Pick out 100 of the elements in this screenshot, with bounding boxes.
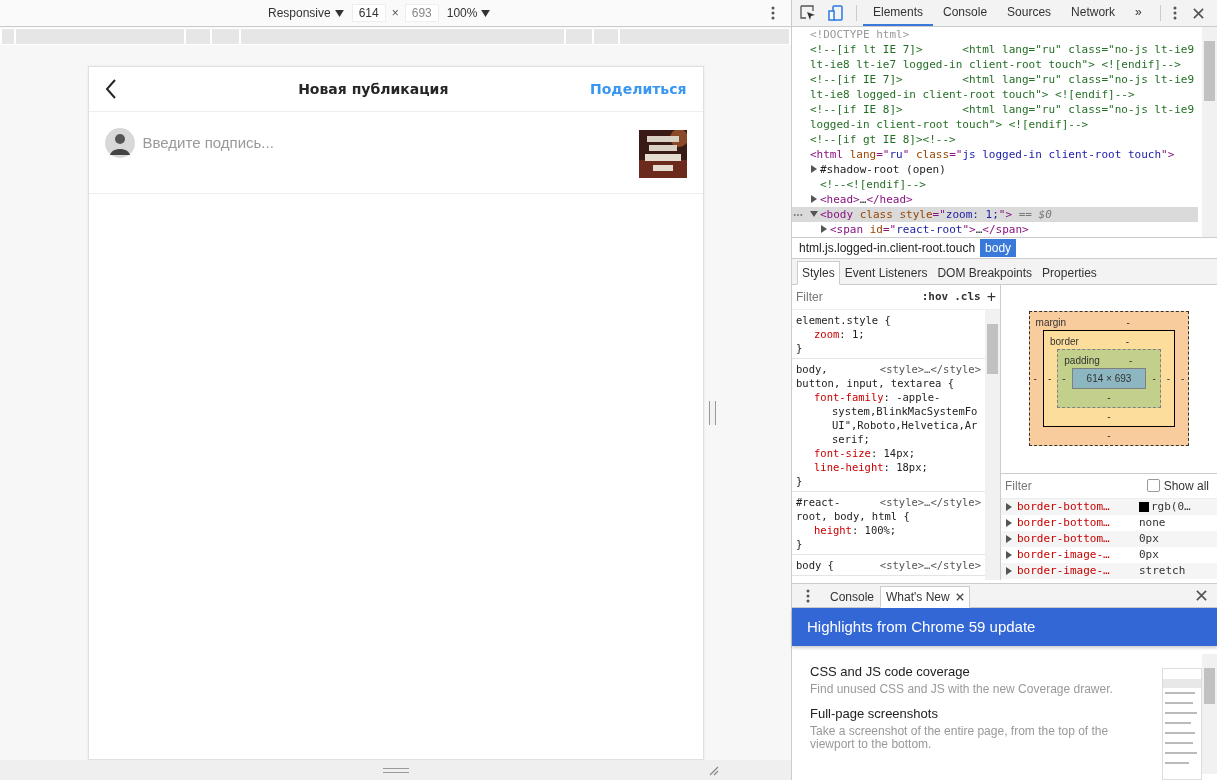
property-value: 0px: [1139, 548, 1159, 562]
box-value: -: [1126, 316, 1130, 328]
show-all-checkbox[interactable]: [1146, 479, 1160, 493]
css-value: UI",Roboto,Helvetica,Ar: [831, 417, 979, 432]
property-name: border-bottom…: [1017, 532, 1111, 546]
resize-handle[interactable]: [709, 401, 716, 425]
dom-node[interactable]: <head>…</head>: [792, 192, 1198, 207]
device-dropdown[interactable]: Responsive: [266, 6, 346, 20]
feature-title[interactable]: Full-page screenshots: [810, 706, 1144, 721]
breadcrumb[interactable]: body: [980, 238, 1017, 257]
css-property: line-height: [814, 460, 884, 473]
close-icon[interactable]: [1192, 7, 1204, 19]
expand-arrow-icon[interactable]: [810, 165, 818, 173]
css-property: zoom: [814, 327, 840, 340]
resize-corner-icon[interactable]: [707, 764, 719, 776]
property-value: none: [1139, 516, 1166, 530]
breadcrumb[interactable]: html.js.logged-in.client-root.touch: [794, 238, 981, 257]
css-brace: }: [796, 536, 804, 551]
css-property: font-size: [814, 446, 871, 459]
device-toggle-icon[interactable]: [828, 5, 844, 21]
avatar-icon: [104, 128, 135, 158]
box-value: -: [1181, 373, 1185, 385]
content-box: 614 × 693: [1071, 368, 1147, 390]
property-value: 0px: [1139, 532, 1159, 546]
feature-title[interactable]: CSS and JS code coverage: [810, 664, 1144, 679]
drawer-tab[interactable]: Console: [824, 586, 881, 608]
dom-node[interactable]: <body class style="zoom: 1;"> == $0: [792, 207, 1198, 222]
box-label: margin: [1035, 316, 1067, 328]
panel-tab[interactable]: Console: [933, 0, 998, 26]
dom-node[interactable]: <html lang="ru" class="js logged-in client-root touch">: [792, 147, 1198, 162]
expand-arrow-icon[interactable]: [810, 195, 818, 203]
css-selector: element.style {: [796, 312, 891, 327]
scrollbar[interactable]: [1202, 27, 1217, 237]
dom-node[interactable]: <!--[if IE 8]> <html lang="ru" class="no-js lt-ie9 logged-in client-root touch"> <![endif]-->: [792, 102, 1198, 132]
sidebar-tab[interactable]: Styles: [797, 260, 840, 285]
property-name: border-bottom…: [1017, 500, 1111, 514]
dom-node[interactable]: <span id="react-root">…</span>: [792, 222, 1198, 237]
css-value: : 14px;: [870, 446, 916, 459]
hov-button[interactable]: :hov: [921, 290, 949, 304]
style-source-link[interactable]: <style>…</style>: [879, 494, 981, 509]
css-brace: }: [796, 340, 804, 355]
panel-tab[interactable]: Elements: [863, 0, 934, 26]
height-field[interactable]: 693: [404, 4, 439, 22]
color-swatch[interactable]: [1139, 501, 1149, 512]
back-icon[interactable]: [104, 79, 117, 99]
sidebar-tab[interactable]: DOM Breakpoints: [932, 260, 1038, 285]
css-selector: body,: [796, 361, 828, 376]
sidebar-tab[interactable]: Event Listeners: [839, 260, 933, 285]
drawer-header: Highlights from Chrome 59 update: [792, 608, 1217, 646]
dom-node[interactable]: <!--<![endif]-->: [792, 177, 1198, 192]
resize-handle[interactable]: [382, 767, 409, 773]
css-value: : 100%;: [851, 523, 897, 536]
css-property: font-family: [814, 390, 884, 403]
caret-icon: [481, 9, 491, 17]
dom-node[interactable]: <!--[if lt IE 7]> <html lang="ru" class="no-js lt-ie9 lt-ie8 lt-ie7 logged-in client-root touch"> <![endif]-->: [792, 42, 1198, 72]
zoom-dropdown[interactable]: 100%: [444, 6, 493, 20]
more-tabs-button[interactable]: »: [1125, 0, 1152, 26]
expand-arrow-icon[interactable]: [810, 210, 818, 218]
css-selector: #react-: [796, 494, 841, 509]
box-value: -: [1107, 410, 1111, 422]
css-property: height: [814, 523, 852, 536]
box-label: border: [1049, 335, 1079, 347]
css-value: : -apple-: [883, 390, 941, 403]
filter-field[interactable]: Filter: [1005, 478, 1143, 493]
inspect-icon[interactable]: [800, 5, 816, 21]
box-value: -: [1125, 335, 1130, 347]
new-rule-button[interactable]: +: [986, 287, 996, 306]
close-icon[interactable]: [955, 593, 964, 601]
box-value: -: [1047, 373, 1052, 385]
css-value: : 1;: [839, 327, 865, 340]
css-selector: button, input, textarea {: [796, 375, 955, 390]
panel-tab[interactable]: Sources: [997, 0, 1062, 26]
dom-node[interactable]: #shadow-root (open): [792, 162, 1198, 177]
css-value: : 18px;: [883, 460, 928, 473]
dom-node[interactable]: <!--[if gt IE 8]><!-->: [792, 132, 1198, 147]
box-value: -: [1033, 373, 1037, 385]
box-value: -: [1062, 373, 1066, 385]
style-source-link[interactable]: <style>…</style>: [879, 557, 981, 572]
drawer-tab[interactable]: What's New: [880, 586, 970, 608]
property-name: border-image-…: [1017, 564, 1111, 578]
feature-description: Take a screenshot of the entire page, from the top of the viewport to the bottom.: [810, 725, 1110, 751]
cls-button[interactable]: .cls: [954, 290, 981, 304]
dom-node[interactable]: <!--[if IE 7]> <html lang="ru" class="no-js lt-ie9 lt-ie8 logged-in client-root touch"> <![endif]-->: [792, 72, 1198, 102]
expand-arrow-icon[interactable]: [820, 225, 828, 233]
scrollbar[interactable]: [985, 309, 1000, 580]
checkbox-label: Show all: [1163, 478, 1209, 493]
style-source-link[interactable]: <style>…</style>: [879, 361, 981, 376]
more-icon[interactable]: [771, 6, 775, 20]
sidebar-tab[interactable]: Properties: [1037, 260, 1102, 285]
panel-tab[interactable]: Network: [1061, 0, 1126, 26]
times-sign: ×: [391, 6, 399, 20]
scrollbar[interactable]: [1202, 654, 1217, 774]
width-field[interactable]: 614: [351, 4, 386, 22]
more-icon[interactable]: [1172, 6, 1177, 20]
close-icon[interactable]: [1196, 590, 1207, 601]
box-value: -: [1129, 354, 1133, 366]
filter-field[interactable]: Filter: [796, 289, 916, 304]
page-title: Новая публикация: [298, 81, 449, 97]
feature-description: Find unused CSS and JS with the new Coverage drawer.: [810, 683, 1114, 696]
more-icon[interactable]: [806, 589, 810, 603]
